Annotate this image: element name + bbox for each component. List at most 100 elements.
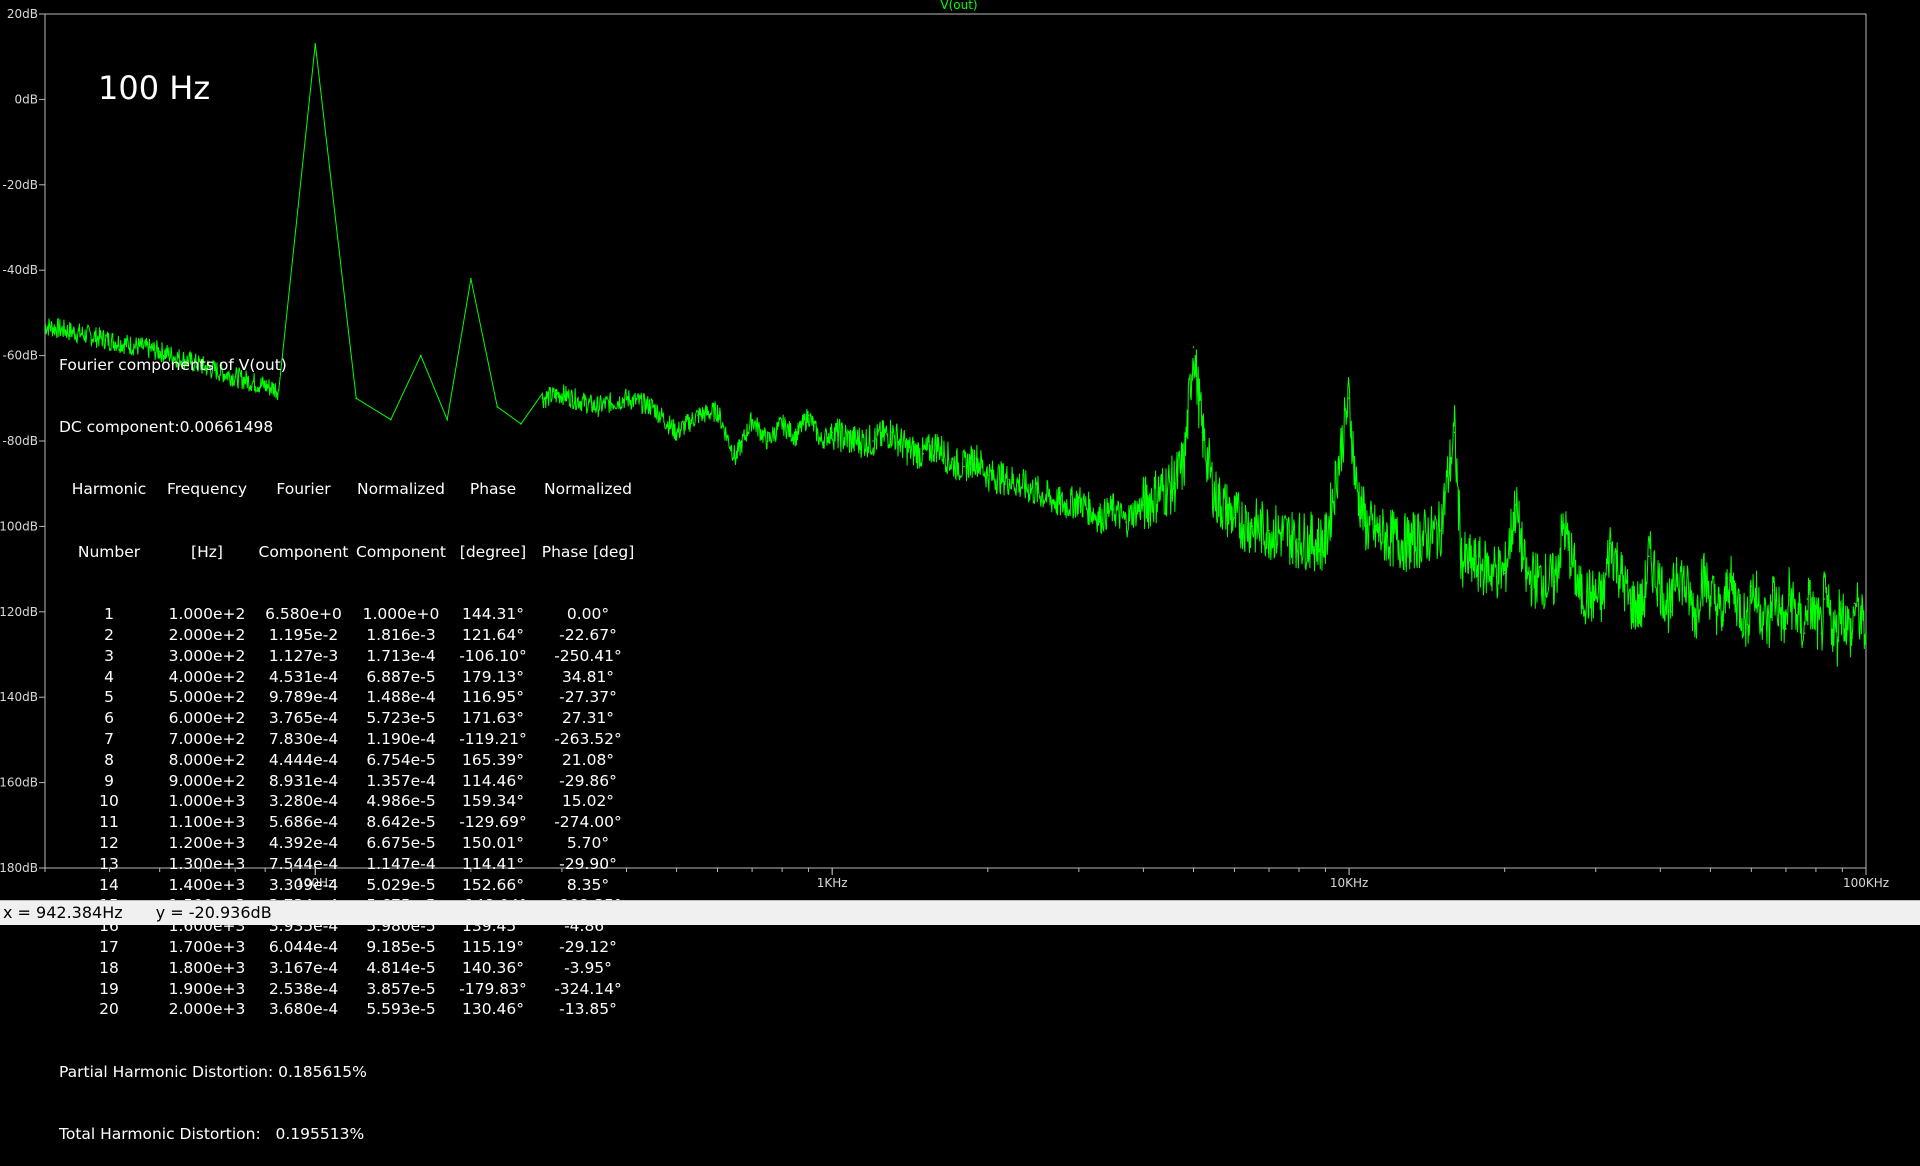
- cell-normalized-component: 1.190e-4: [366, 729, 436, 748]
- data-point: [890, 431, 892, 434]
- cell-phase: 150.01°: [462, 833, 524, 852]
- cell-frequency: 7.000e+2: [168, 729, 246, 748]
- data-point: [734, 457, 737, 459]
- cell-normalized-phase: -27.37°: [559, 688, 617, 707]
- y-tick-label: -100dB: [0, 519, 38, 533]
- cell-harmonic: 3: [104, 646, 114, 665]
- cell-phase: 114.46°: [462, 771, 524, 790]
- cell-frequency: 9.000e+2: [168, 771, 246, 790]
- cell-phase: 152.66°: [462, 875, 524, 894]
- data-point: [44, 324, 46, 327]
- header-normalized-phase: Normalized: [544, 480, 632, 499]
- cell-normalized-component: 4.814e-5: [366, 958, 436, 977]
- header-normalized: Normalized: [357, 480, 445, 499]
- y-tick-label: -180dB: [0, 861, 38, 875]
- data-point: [1823, 598, 1825, 600]
- data-point: [1251, 525, 1254, 528]
- cell-phase: -106.10°: [459, 646, 527, 665]
- data-point: [794, 435, 797, 438]
- y-tick-label: 20dB: [7, 7, 38, 21]
- cell-normalized-component: 1.713e-4: [366, 646, 436, 665]
- data-point: [807, 414, 810, 417]
- header-fourier: Fourier: [276, 480, 331, 499]
- data-point: [314, 43, 317, 45]
- data-point: [831, 431, 833, 434]
- cell-fourier-component: 7.544e-4: [268, 854, 339, 873]
- data-point: [1675, 564, 1678, 566]
- data-point: [1439, 529, 1441, 532]
- cell-harmonic: 7: [104, 729, 114, 748]
- cell-normalized-component: 9.185e-5: [366, 937, 436, 956]
- cell-harmonic: 13: [99, 854, 119, 873]
- y-tick-label: -60dB: [3, 349, 38, 363]
- data-point: [781, 423, 783, 425]
- y-tick-label: -120dB: [0, 605, 38, 619]
- y-tick-label: 0dB: [15, 92, 38, 106]
- cell-phase: 159.34°: [462, 792, 524, 811]
- table-row: 13 1.300e+3 7.544e-4 1.147e-4 114.41° -29.90°: [59, 854, 640, 875]
- table-row: 14 1.400e+3 3.309e-4 5.029e-5 152.66° 8.35°: [59, 875, 640, 896]
- data-point: [716, 410, 719, 412]
- data-point: [470, 277, 472, 280]
- data-point: [1853, 602, 1856, 605]
- y-tick-label: -160dB: [0, 776, 38, 790]
- cell-normalized-phase: -274.00°: [554, 813, 622, 832]
- data-point: [1602, 598, 1604, 600]
- fourier-rows: 1 1.000e+2 6.580e+0 1.000e+0 144.31° 0.00° 2 2.…: [59, 604, 640, 1020]
- data-point: [1695, 615, 1698, 617]
- total-harmonic-distortion: Total Harmonic Distortion: 0.195513%: [59, 1125, 365, 1144]
- header-phase-deg: Phase [deg]: [541, 542, 635, 561]
- data-point: [1642, 606, 1644, 609]
- data-point: [1099, 517, 1102, 519]
- data-point: [1670, 611, 1673, 613]
- fourier-header-row-1: Harmonic Frequency Fourier Normalized Ph…: [59, 479, 640, 500]
- table-row: 19 1.900e+3 2.538e-4 3.857e-5 -179.83° -324.1…: [59, 979, 640, 1000]
- data-point: [936, 444, 939, 447]
- cell-fourier-component: 1.195e-2: [268, 625, 339, 644]
- data-point: [1131, 512, 1133, 515]
- data-point: [986, 474, 989, 476]
- cell-phase: 179.13°: [462, 667, 524, 686]
- cell-phase: -119.21°: [459, 729, 527, 748]
- cell-phase: -179.83°: [459, 979, 527, 998]
- cell-harmonic: 1: [104, 605, 114, 624]
- cell-normalized-component: 1.147e-4: [366, 854, 436, 873]
- cell-normalized-component: 5.029e-5: [366, 875, 436, 894]
- data-point: [766, 440, 769, 442]
- data-point: [1722, 619, 1725, 622]
- data-point: [819, 440, 822, 442]
- cell-normalized-phase: 34.81°: [561, 667, 615, 686]
- data-point: [1125, 521, 1127, 523]
- header-degree: [degree]: [459, 542, 527, 561]
- cell-phase: 115.19°: [462, 937, 524, 956]
- data-point: [1806, 598, 1809, 600]
- data-point: [1851, 636, 1853, 639]
- cell-normalized-component: 6.754e-5: [366, 750, 436, 769]
- header-hz: [Hz]: [191, 542, 223, 561]
- data-point: [1365, 525, 1368, 528]
- data-point: [1192, 346, 1195, 348]
- cursor-x-readout: x = 942.384Hz: [3, 903, 123, 922]
- cell-fourier-component: 3.167e-4: [268, 958, 339, 977]
- data-point: [1647, 555, 1650, 558]
- data-point: [1158, 491, 1161, 494]
- header-component: Component: [258, 542, 349, 561]
- cell-phase: 140.36°: [462, 958, 524, 977]
- data-point: [1453, 431, 1456, 434]
- cell-frequency: 3.000e+2: [168, 646, 246, 665]
- trace-title[interactable]: V(out): [940, 0, 977, 12]
- cell-harmonic: 10: [99, 792, 119, 811]
- cell-normalized-phase: -29.12°: [559, 937, 617, 956]
- cell-fourier-component: 3.680e-4: [268, 1000, 339, 1019]
- table-row: 6 6.000e+2 3.765e-4 5.723e-5 171.63° 27.31°: [59, 708, 640, 729]
- cell-fourier-component: 7.830e-4: [268, 729, 339, 748]
- table-row: 3 3.000e+2 1.127e-3 1.713e-4 -106.10° -250.41…: [59, 646, 640, 667]
- data-point: [1579, 593, 1582, 596]
- x-tick-label: 100KHz: [1843, 876, 1889, 890]
- table-row: 7 7.000e+2 7.830e-4 1.190e-4 -119.21° -263.52…: [59, 729, 640, 750]
- cell-phase: 114.41°: [462, 854, 524, 873]
- cell-fourier-component: 4.392e-4: [268, 833, 339, 852]
- cell-fourier-component: 4.444e-4: [268, 750, 339, 769]
- table-row: 18 1.800e+3 3.167e-4 4.814e-5 140.36° -3.95°: [59, 958, 640, 979]
- table-row: 9 9.000e+2 8.931e-4 1.357e-4 114.46° -29.86°: [59, 771, 640, 792]
